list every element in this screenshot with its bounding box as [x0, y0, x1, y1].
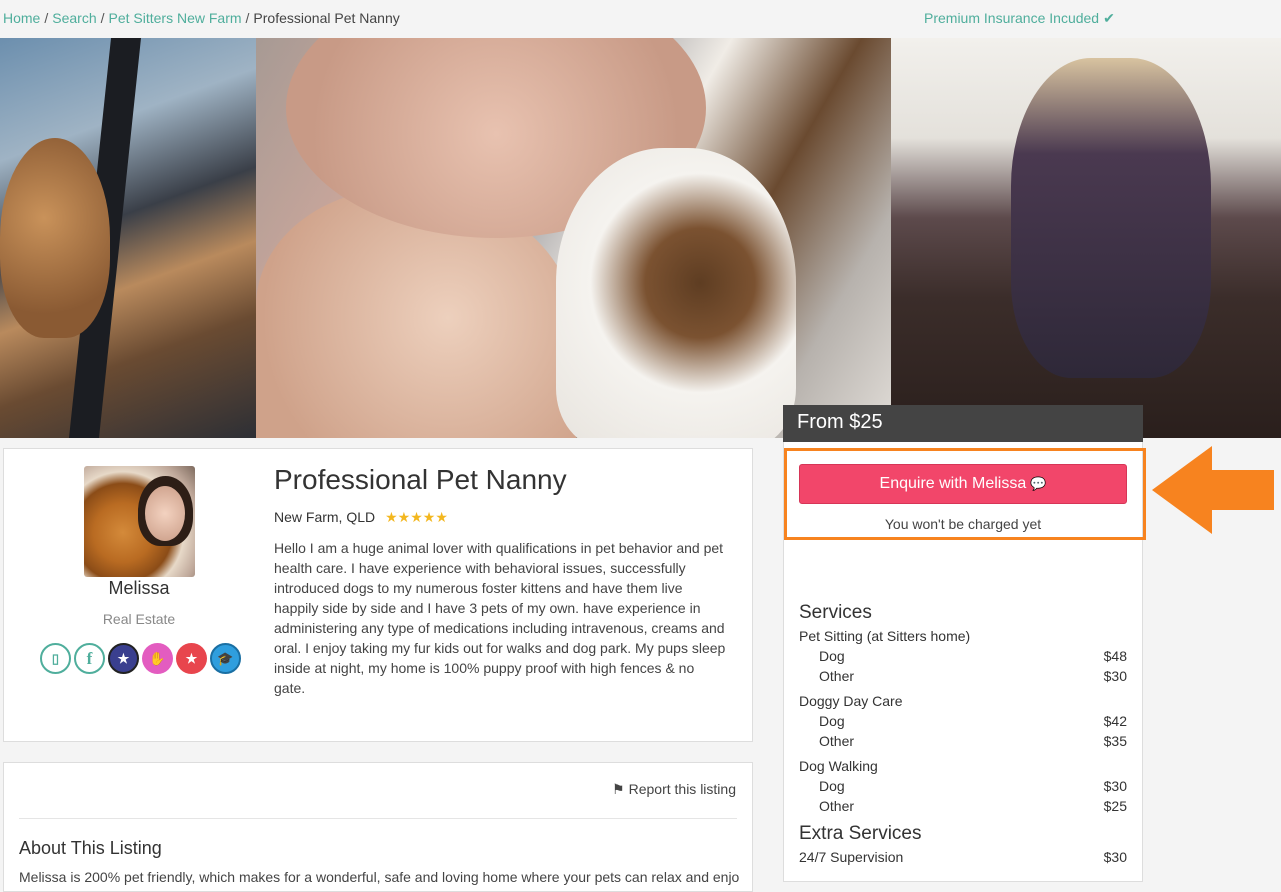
services-list: Services Pet Sitting (at Sitters home) D…: [799, 602, 1127, 869]
location-text: New Farm, QLD: [274, 509, 376, 525]
service-price-row: Other $25: [799, 798, 1127, 818]
breadcrumb-separator: /: [245, 10, 250, 26]
enquire-button[interactable]: Enquire with Melissa 💬: [799, 464, 1127, 504]
service-name: Doggy Day Care: [799, 693, 903, 709]
sitter-name: Melissa: [108, 578, 170, 598]
pet-type: Dog: [819, 648, 845, 664]
service-group: Dog Walking Dog $30 Other $25: [799, 758, 1127, 818]
divider: [19, 818, 737, 819]
pet-type: Other: [819, 733, 855, 749]
service-price-row: Dog $48: [799, 648, 1127, 668]
listing-title: Professional Pet Nanny: [274, 464, 567, 495]
breadcrumb: Home / Search / Pet Sitters New Farm / Profess…: [3, 10, 400, 26]
check-icon: ✔: [1103, 10, 1115, 26]
profile-card: Melissa Real Estate ▯ f ★ ✋ ★ 🎓 Professi…: [3, 448, 753, 742]
rating-stars-icon: ★★★★★: [385, 509, 448, 525]
breadcrumb-search-link[interactable]: Search: [52, 10, 96, 26]
pet-type: Dog: [819, 778, 845, 794]
pet-type: Dog: [819, 713, 845, 729]
price: $30: [1103, 668, 1127, 684]
extra-services-list: Extra Services 24/7 Supervision $30: [799, 823, 1127, 869]
insurance-label: Premium Insurance Incuded: [924, 10, 1100, 26]
service-price-row: Other $35: [799, 733, 1127, 753]
breadcrumb-current: Professional Pet Nanny: [253, 10, 400, 26]
extra-service-row: 24/7 Supervision $30: [799, 849, 1127, 869]
report-label: Report this listing: [628, 781, 736, 797]
pet-type: Other: [819, 668, 855, 684]
report-listing-link[interactable]: ⚑ Report this listing: [612, 781, 736, 798]
top-bar: Home / Search / Pet Sitters New Farm / Profess…: [0, 0, 1281, 38]
service-group: Pet Sitting (at Sitters home) Dog $48 Oth…: [799, 628, 1127, 688]
breadcrumb-home-link[interactable]: Home: [3, 10, 40, 26]
award-star-icon[interactable]: ★: [176, 643, 207, 674]
photo-gallery: [0, 38, 1281, 438]
sitter-avatar[interactable]: [84, 466, 195, 577]
service-price-row: Other $30: [799, 668, 1127, 688]
listing-location: New Farm, QLD ★★★★★: [274, 509, 448, 526]
service-name: Pet Sitting (at Sitters home): [799, 628, 971, 644]
service-price-row: Dog $30: [799, 778, 1127, 798]
service-group: Doggy Day Care Dog $42 Other $35: [799, 693, 1127, 753]
price-banner: From $25: [783, 405, 1143, 442]
enquire-button-label: Enquire with Melissa: [879, 475, 1027, 492]
about-heading: About This Listing: [19, 838, 162, 858]
price: $48: [1103, 648, 1127, 664]
price: $30: [1103, 849, 1127, 865]
gallery-photo-woman-with-dogs[interactable]: [891, 38, 1281, 438]
phone-verified-icon[interactable]: ▯: [40, 643, 71, 674]
flag-icon: ⚑: [612, 781, 625, 797]
about-card: ⚑ Report this listing About This Listing …: [3, 762, 753, 892]
chat-bubble-icon: 💬: [1030, 476, 1047, 491]
handshake-icon[interactable]: ✋: [142, 643, 173, 674]
graduation-cap-icon[interactable]: 🎓: [210, 643, 241, 674]
price: $42: [1103, 713, 1127, 729]
service-price-row: Dog $42: [799, 713, 1127, 733]
verification-badges: ▯ f ★ ✋ ★ 🎓: [40, 643, 241, 674]
sitter-occupation: Real Estate: [102, 611, 176, 627]
service-name: Dog Walking: [799, 758, 878, 774]
extra-services-heading: Extra Services: [799, 823, 922, 844]
no-charge-note: You won't be charged yet: [884, 516, 1042, 532]
breadcrumb-separator: /: [100, 10, 105, 26]
extra-service-name: 24/7 Supervision: [799, 849, 904, 865]
facebook-icon[interactable]: f: [74, 643, 105, 674]
breadcrumb-separator: /: [44, 10, 49, 26]
arrow-left-icon: [1152, 446, 1274, 534]
listing-bio: Hello I am a huge animal lover with qual…: [274, 540, 726, 696]
services-heading: Services: [799, 602, 872, 623]
breadcrumb-location-link[interactable]: Pet Sitters New Farm: [109, 10, 242, 26]
price: $30: [1103, 778, 1127, 794]
pet-type: Other: [819, 798, 855, 814]
about-text: Melissa is 200% pet friendly, which make…: [19, 869, 739, 885]
police-check-icon[interactable]: ★: [108, 643, 139, 674]
price: $35: [1103, 733, 1127, 749]
insurance-notice: Premium Insurance Incuded ✔: [924, 10, 1115, 27]
gallery-photo-woman-with-cat[interactable]: [256, 38, 891, 438]
gallery-photo-dog-in-car[interactable]: [0, 38, 256, 438]
price: $25: [1103, 798, 1127, 814]
